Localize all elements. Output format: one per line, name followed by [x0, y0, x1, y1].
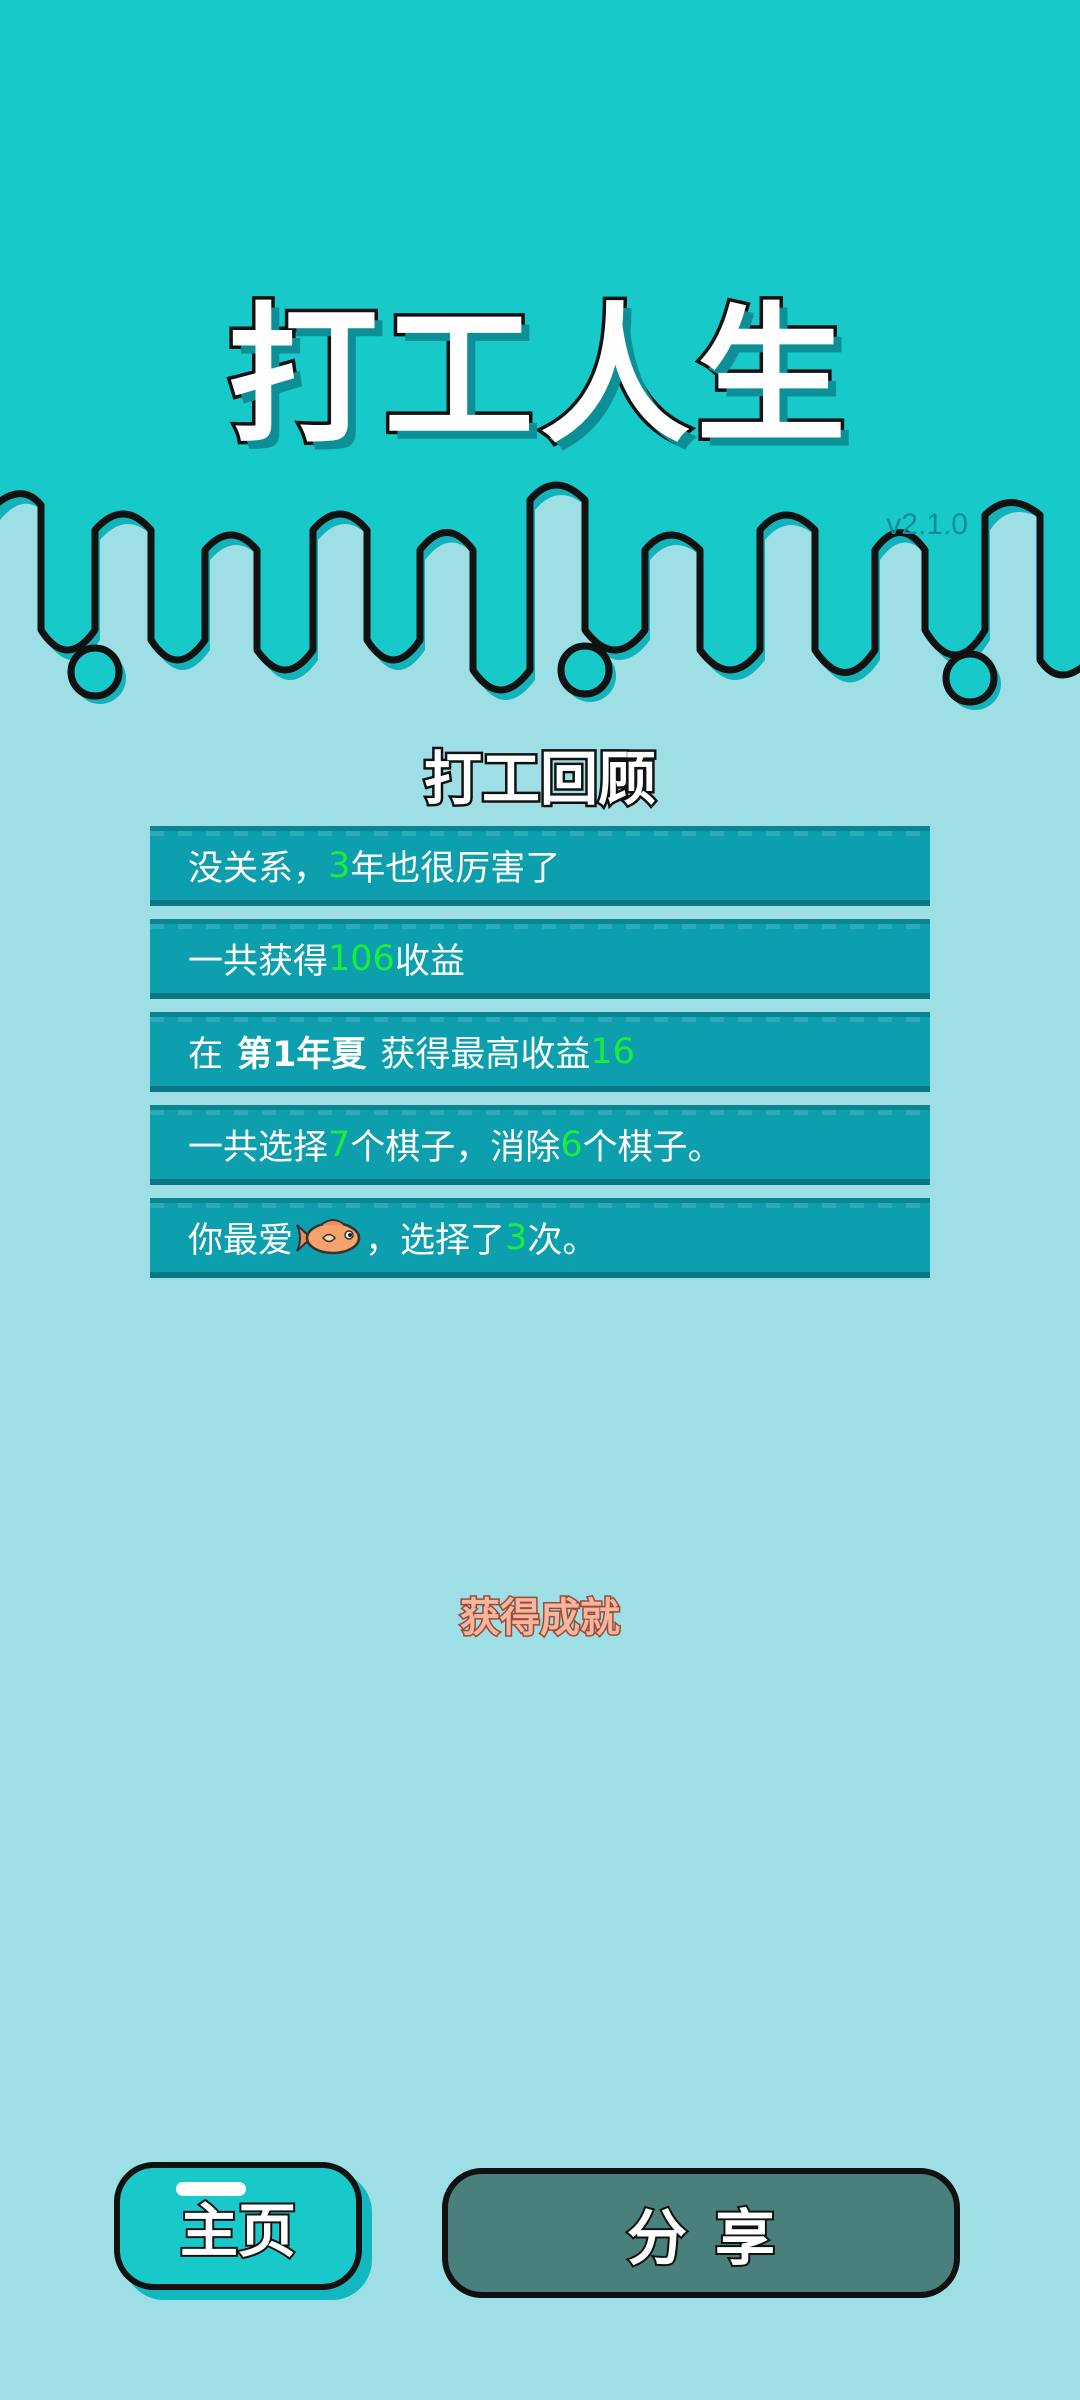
review-list: 没关系， 3 年也很厉害了 一共获得 106 收益 在第1年夏 获得最高收益 16 一共选择…	[150, 826, 930, 1291]
review-row-best-season: 在第1年夏 获得最高收益 16	[150, 1012, 930, 1092]
fish-icon	[296, 1218, 361, 1254]
review-number: 3	[328, 845, 351, 886]
review-number: 106	[328, 938, 395, 979]
review-text: 没关系，	[188, 849, 329, 889]
share-button-label: 分享	[625, 2202, 803, 2276]
review-text: 年也很厉害了	[350, 849, 561, 889]
review-text: 收益	[394, 942, 465, 982]
review-text: 个棋子，消除	[350, 1128, 561, 1168]
version-label: v2.1.0	[886, 508, 968, 541]
review-text: 一共选择	[188, 1128, 329, 1168]
review-text: 你最爱	[188, 1221, 294, 1261]
share-button[interactable]: 分享	[442, 2168, 960, 2298]
review-text: ，选择了	[365, 1221, 506, 1261]
button-shine	[176, 2182, 246, 2196]
achievement-label: 获得成就	[459, 1594, 622, 1643]
review-season: 第1年夏	[237, 1035, 367, 1075]
review-number: 3	[505, 1217, 528, 1258]
review-text: 次。	[527, 1221, 598, 1261]
review-text: 个棋子。	[582, 1128, 723, 1168]
game-title: 打工人生	[224, 287, 852, 468]
review-row-pieces: 一共选择 7 个棋子，消除 6 个棋子。	[150, 1105, 930, 1185]
review-number: 7	[328, 1124, 351, 1165]
review-row-years: 没关系， 3 年也很厉害了	[150, 826, 930, 906]
review-text: 一共获得	[188, 942, 329, 982]
home-button[interactable]: 主页	[114, 2162, 362, 2290]
review-row-favorite: 你最爱 ，选择了 3 次。	[150, 1198, 930, 1278]
review-row-income: 一共获得 106 收益	[150, 919, 930, 999]
review-number: 16	[590, 1031, 635, 1072]
review-number: 6	[560, 1124, 583, 1165]
review-title: 打工回顾	[421, 743, 658, 816]
home-button-label: 主页	[178, 2195, 298, 2267]
review-text: 在	[188, 1035, 224, 1075]
review-text: 获得最高收益	[380, 1035, 591, 1075]
